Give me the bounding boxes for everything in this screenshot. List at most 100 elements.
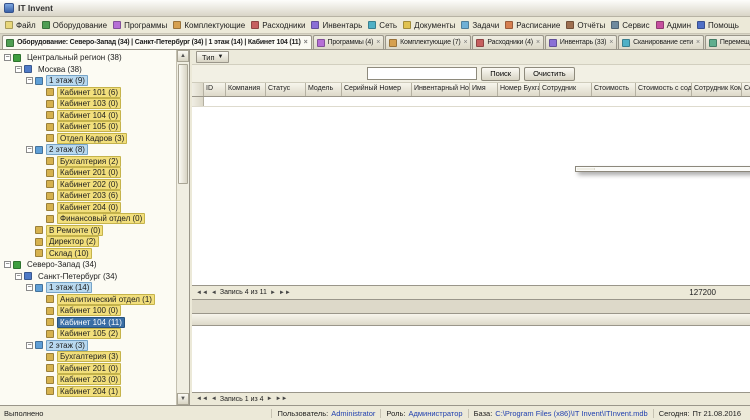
tree-item[interactable]: В Ремонте (0) [2, 225, 176, 237]
collapse-icon[interactable]: − [26, 77, 33, 84]
tree-item[interactable]: Кабинет 100 (0) [2, 305, 176, 317]
tab-components[interactable]: Комплектующие (7)× [385, 35, 471, 49]
tree-item[interactable]: Кабинет 104 (11) [2, 317, 176, 329]
tab-programs[interactable]: Программы (4)× [313, 35, 385, 49]
scroll-thumb[interactable] [178, 64, 188, 184]
tree-item[interactable]: Финансовый отдел (0) [2, 213, 176, 225]
search-input[interactable] [367, 67, 477, 80]
next-record-icon[interactable]: ► [270, 290, 276, 296]
close-icon[interactable]: × [304, 40, 308, 46]
first-record-icon[interactable]: ◄◄ [196, 290, 208, 296]
close-icon[interactable]: × [464, 40, 468, 46]
column-header[interactable]: Серийный Номер [342, 83, 412, 96]
group-by-field[interactable]: Тип ▼ [196, 51, 229, 63]
tab-moves[interactable]: Перемещения (8)× [705, 35, 750, 49]
menu-item-network[interactable]: Сеть [365, 20, 400, 31]
clear-button[interactable]: Очистить [524, 67, 575, 81]
menu-item-help[interactable]: Помощь [694, 20, 742, 31]
tree-item[interactable]: Кабинет 202 (0) [2, 179, 176, 191]
prev-record-icon[interactable]: ◄ [211, 290, 217, 296]
scroll-up-icon[interactable]: ▲ [177, 50, 189, 62]
menu-item-equipment[interactable]: Оборудование [39, 20, 110, 31]
tree-item[interactable]: Аналитический отдел (1) [2, 294, 176, 306]
tree-item[interactable]: Склад (10) [2, 248, 176, 260]
tree-item[interactable]: Кабинет 104 (0) [2, 110, 176, 122]
column-header[interactable]: Модель [306, 83, 342, 96]
tasks-icon [461, 21, 469, 29]
collapse-icon[interactable]: − [15, 273, 22, 280]
menu-item-consumables[interactable]: Расходники [248, 20, 308, 31]
menu-item-label: Помощь [708, 21, 739, 30]
tree-item[interactable]: Кабинет 203 (0) [2, 374, 176, 386]
tree-item[interactable]: −1 этаж (14) [2, 282, 176, 294]
search-button[interactable]: Поиск [481, 67, 520, 81]
tree-item[interactable]: −2 этаж (8) [2, 144, 176, 156]
column-header[interactable]: Сотрудник Компания [692, 83, 742, 96]
tree-item[interactable]: −1 этаж (9) [2, 75, 176, 87]
tree-item[interactable]: Кабинет 201 (0) [2, 167, 176, 179]
tree-item[interactable]: Кабинет 103 (0) [2, 98, 176, 110]
column-header[interactable]: Инвентарный Номер [412, 83, 470, 96]
collapse-icon[interactable]: − [26, 284, 33, 291]
collapse-icon[interactable]: − [4, 54, 11, 61]
tree-item[interactable]: Кабинет 204 (1) [2, 386, 176, 398]
tree-item[interactable]: − Москва (38) [2, 64, 176, 76]
tree-item[interactable]: −Центральный регион (38) [2, 52, 176, 64]
collapse-icon[interactable]: − [26, 342, 33, 349]
status-bar: Выполнено Пользователь: Administrator Ро… [0, 405, 750, 420]
menu-item-inventory[interactable]: Инвентарь [308, 20, 365, 31]
base-label: База: [474, 409, 493, 418]
collapse-icon[interactable]: − [26, 146, 33, 153]
scroll-down-icon[interactable]: ▼ [177, 393, 189, 405]
menu-item-service[interactable]: Сервис [608, 20, 652, 31]
tree-item[interactable]: −Северо-Запад (34) [2, 259, 176, 271]
menu-item-admin[interactable]: Админ [653, 20, 694, 31]
close-icon[interactable]: × [696, 40, 700, 46]
menu-item-components[interactable]: Комплектующие [170, 20, 248, 31]
tab-scan[interactable]: Сканирование сети× [618, 35, 704, 49]
column-header[interactable]: Сотрудник [540, 83, 592, 96]
menu-item-tasks[interactable]: Задачи [458, 20, 502, 31]
tree-item[interactable]: Бухгалтерия (2) [2, 156, 176, 168]
tree-item[interactable]: Кабинет 101 (6) [2, 87, 176, 99]
menu-item-documents[interactable]: Документы [400, 20, 458, 31]
first-record-icon[interactable]: ◄◄ [196, 396, 208, 402]
menu-item-schedule[interactable]: Расписание [502, 20, 563, 31]
column-header[interactable]: Стоимость [592, 83, 636, 96]
column-header[interactable]: Имя [470, 83, 498, 96]
last-record-icon[interactable]: ►► [279, 290, 291, 296]
tab-consumables[interactable]: Расходники (4)× [472, 35, 543, 49]
tree-item[interactable]: Директор (2) [2, 236, 176, 248]
tree-item[interactable]: −Санкт-Петербург (34) [2, 271, 176, 283]
last-record-icon[interactable]: ►► [276, 396, 288, 402]
tree-item[interactable]: Кабинет 105 (0) [2, 121, 176, 133]
column-header[interactable]: Сотрудник Филиал [742, 83, 750, 96]
tab-inventory[interactable]: Инвентарь (33)× [545, 35, 617, 49]
column-header[interactable]: Компания [226, 83, 266, 96]
tree-item[interactable]: Кабинет 105 (2) [2, 328, 176, 340]
next-record-icon[interactable]: ► [267, 396, 273, 402]
collapse-icon[interactable]: − [4, 261, 11, 268]
cost-total: 127200 [689, 288, 716, 297]
tree-item[interactable]: −2 этаж (3) [2, 340, 176, 352]
tree-item-label: Москва (38) [35, 64, 85, 75]
tree-item[interactable]: Кабинет 201 (0) [2, 363, 176, 375]
prev-record-icon[interactable]: ◄ [211, 396, 217, 402]
tree-item[interactable]: Кабинет 204 (0) [2, 202, 176, 214]
close-icon[interactable]: × [609, 40, 613, 46]
column-header[interactable]: ID [204, 83, 226, 96]
menu-item-file[interactable]: Файл [2, 20, 39, 31]
menu-item-reports[interactable]: Отчёты [563, 20, 608, 31]
tree-scrollbar[interactable]: ▲ ▼ [176, 50, 189, 405]
column-header[interactable]: Статус [266, 83, 306, 96]
tree-item[interactable]: Отдел Кадров (3) [2, 133, 176, 145]
tree-item[interactable]: Кабинет 203 (6) [2, 190, 176, 202]
close-icon[interactable]: × [376, 40, 380, 46]
close-icon[interactable]: × [536, 40, 540, 46]
menu-item-programs[interactable]: Программы [110, 20, 170, 31]
tree-item[interactable]: Бухгалтерия (3) [2, 351, 176, 363]
column-header[interactable]: Стоимость с содержанием [636, 83, 692, 96]
tab-equipment[interactable]: Оборудование: Северо-Запад (34) | Санкт-… [2, 35, 312, 49]
collapse-icon[interactable]: − [15, 66, 22, 73]
column-header[interactable]: Номер Бухгалтерии [498, 83, 540, 96]
